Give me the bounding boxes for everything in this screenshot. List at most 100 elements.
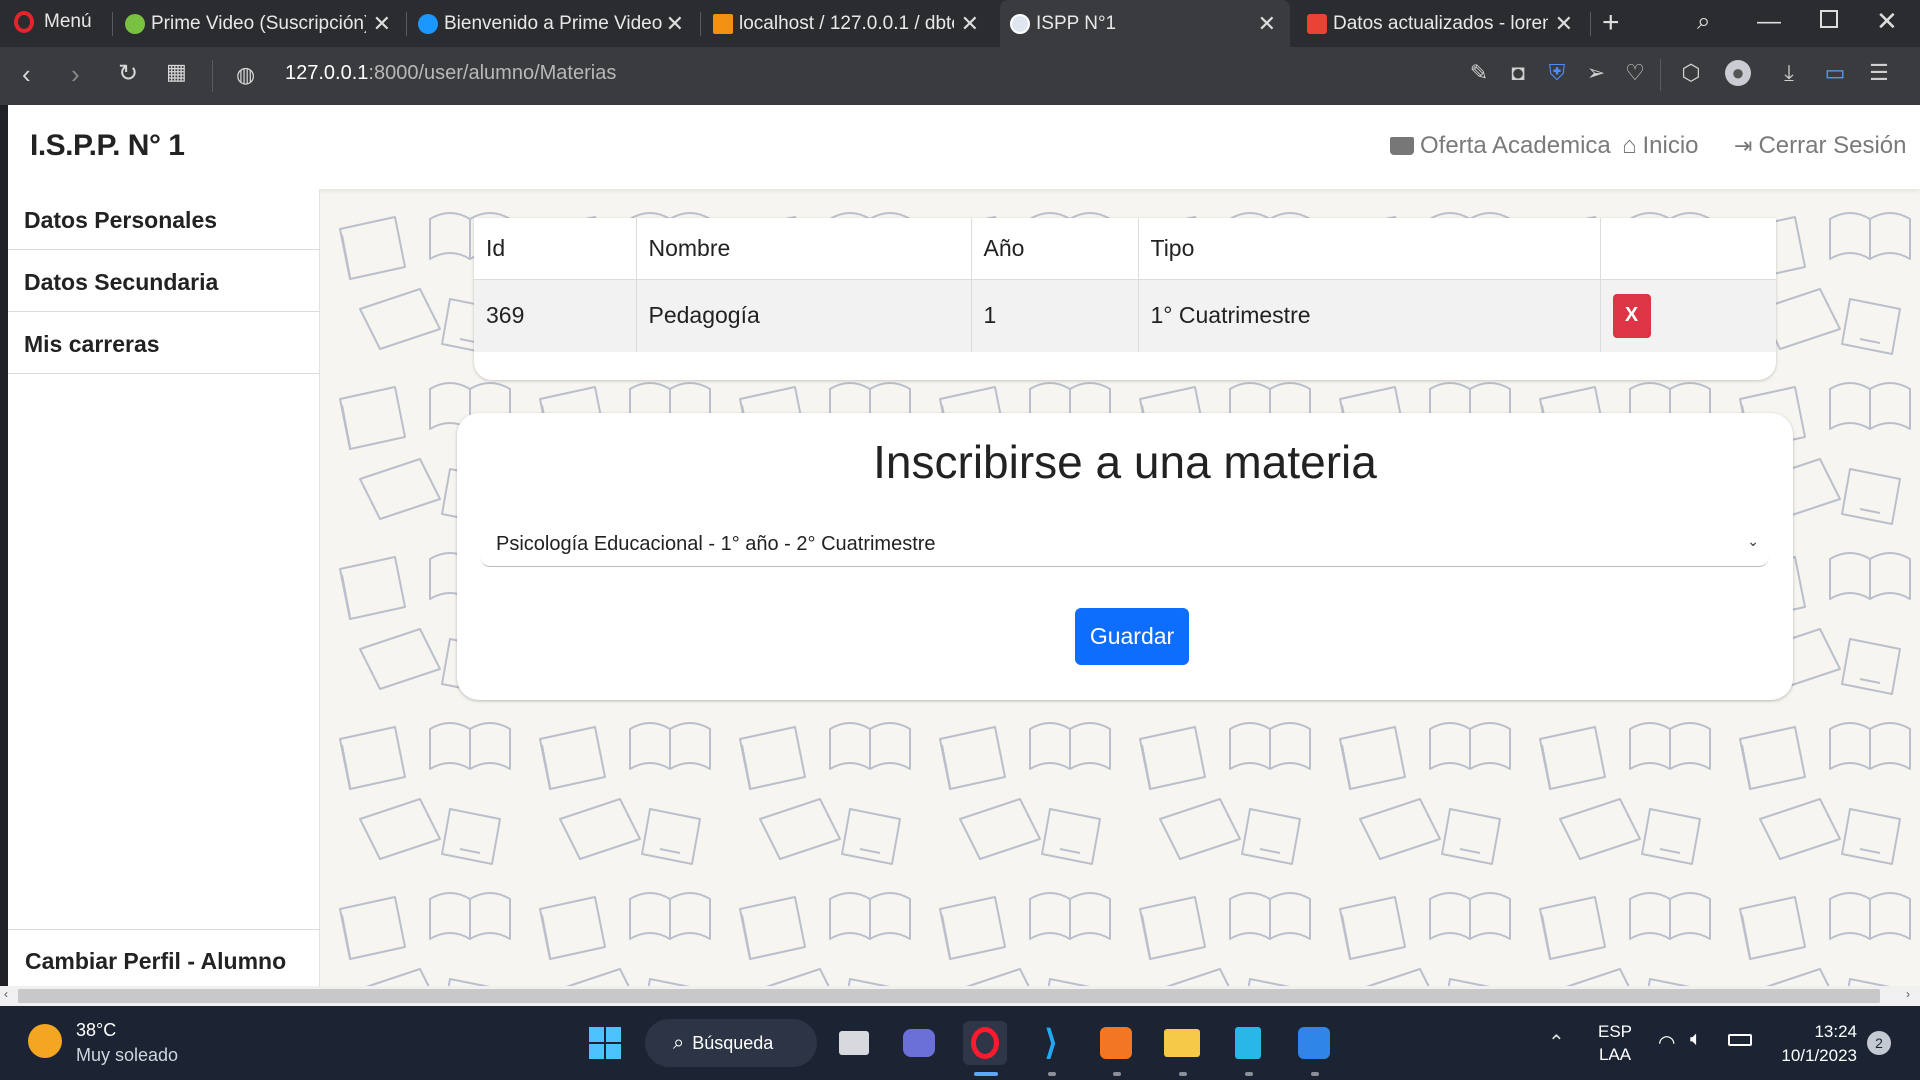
tab-gmail[interactable]: Datos actualizados - lorena ✕ xyxy=(1297,0,1587,47)
sidebar-item-datos-secundaria[interactable]: Datos Secundaria xyxy=(8,251,320,312)
search-tabs-icon[interactable]: ⌕ xyxy=(1697,8,1710,36)
reload-icon[interactable]: ↻ xyxy=(118,59,138,88)
back-icon[interactable]: ‹ xyxy=(22,59,31,90)
inicio-link[interactable]: ⌂ Inicio xyxy=(1622,132,1699,160)
sidebar-item-datos-personales[interactable]: Datos Personales xyxy=(8,189,320,250)
logout-icon: ⇥ xyxy=(1734,133,1753,158)
tab-ispp-active[interactable]: ISPP N°1 ✕ xyxy=(1000,0,1290,47)
weather-desc[interactable]: Muy soleado xyxy=(76,1045,178,1066)
profile-avatar-icon[interactable]: ● xyxy=(1725,60,1751,86)
opera-logo-icon xyxy=(14,11,34,33)
extensions-cube-icon[interactable]: ⬡ xyxy=(1678,60,1704,86)
change-profile-label: Cambiar Perfil - Alumno xyxy=(25,948,287,974)
send-icon[interactable]: ➢ xyxy=(1583,60,1609,86)
url-path: :8000/user/alumno/Materias xyxy=(368,62,617,84)
subject-select[interactable]: Psicología Educacional - 1° año - 2° Cua… xyxy=(480,525,1769,567)
column-header-actions xyxy=(1600,218,1776,280)
weather-temp[interactable]: 38°C xyxy=(76,1020,116,1041)
show-hidden-icons-icon[interactable]: ⌃ xyxy=(1548,1030,1565,1055)
taskbar-search[interactable]: ⌕ Búsqueda xyxy=(645,1019,817,1067)
file-explorer-icon[interactable] xyxy=(1160,1021,1204,1065)
brand-title[interactable]: I.S.P.P. N° 1 xyxy=(30,129,185,163)
column-header-anio: Año xyxy=(971,218,1139,280)
scroll-left-icon[interactable]: ‹ xyxy=(4,987,8,1001)
notepad-icon[interactable] xyxy=(1226,1021,1270,1065)
enroll-form-card: Inscribirse a una materia Psicología Edu… xyxy=(457,413,1793,700)
vpn-shield-icon[interactable]: ⛨ xyxy=(1544,60,1570,86)
scrollbar-thumb[interactable] xyxy=(18,989,1880,1003)
volume-icon[interactable]: 🔈︎ xyxy=(1690,1028,1702,1051)
easy-setup-icon[interactable]: ☰ xyxy=(1866,60,1892,86)
battery-saver-icon[interactable]: ▭ xyxy=(1822,60,1848,86)
weather-sun-icon[interactable] xyxy=(28,1024,62,1058)
tab-phpmyadmin[interactable]: localhost / 127.0.0.1 / dbte ✕ xyxy=(703,0,993,47)
form-title: Inscribirse a una materia xyxy=(873,436,1377,488)
clock[interactable]: 13:24 10/1/2023 xyxy=(1775,1022,1857,1066)
close-window-icon[interactable]: ✕ xyxy=(1876,6,1898,37)
search-label: Búsqueda xyxy=(692,1032,774,1053)
camera-icon[interactable]: ◘ xyxy=(1505,60,1531,86)
browser-tab-strip: Menú Prime Video (Suscripción) - ✕ Bienv… xyxy=(0,0,1920,47)
close-tab-icon[interactable]: ✕ xyxy=(666,11,684,37)
table-row: 369 Pedagogía 1 1° Cuatrimestre X xyxy=(474,279,1776,352)
globe-icon: ◍ xyxy=(236,62,256,87)
tab-bienvenido-prime[interactable]: Bienvenido a Prime Video ✕ xyxy=(408,0,698,47)
teams-chat-icon[interactable] xyxy=(897,1021,941,1065)
download-icon[interactable]: ⤓ xyxy=(1776,60,1802,86)
search-icon: ⌕ xyxy=(673,1031,685,1054)
minimize-icon[interactable]: — xyxy=(1757,8,1781,36)
new-tab-plus-icon[interactable]: + xyxy=(1602,6,1620,40)
chevron-down-icon: ⌄ xyxy=(1747,533,1759,549)
scroll-right-icon[interactable]: › xyxy=(1906,987,1910,1001)
clock-time: 13:24 xyxy=(1814,1022,1857,1041)
forward-icon[interactable]: › xyxy=(71,59,80,90)
cell-nombre: Pedagogía xyxy=(636,279,972,352)
delete-subject-button[interactable]: X xyxy=(1612,293,1651,338)
address-bar-row: ‹ › ↻ ▦ ◍ 127.0.0.1:8000/user/alumno/Mat… xyxy=(0,47,1920,105)
sidebar-item-mis-carreras[interactable]: Mis carreras xyxy=(8,313,320,374)
heart-icon[interactable]: ♡ xyxy=(1622,60,1648,86)
battery-icon[interactable] xyxy=(1728,1034,1752,1046)
phpmyadmin-icon xyxy=(713,13,733,34)
sidebar-item-label: Mis carreras xyxy=(24,331,160,357)
save-button[interactable]: Guardar xyxy=(1075,608,1189,665)
restore-icon[interactable] xyxy=(1820,10,1838,28)
snapshot-edit-icon[interactable]: ✎ xyxy=(1466,60,1492,86)
ispp-icon xyxy=(1010,13,1030,34)
wifi-icon[interactable]: ◠ xyxy=(1658,1030,1675,1055)
home-icon: ⌂ xyxy=(1622,132,1637,159)
sidebar-item-label: Datos Personales xyxy=(24,207,218,233)
notification-badge[interactable]: 2 xyxy=(1867,1031,1891,1055)
oferta-academica-link[interactable]: Oferta Academica xyxy=(1390,132,1611,160)
sidebar: Datos Personales Datos Secundaria Mis ca… xyxy=(8,189,320,986)
opera-taskbar-icon[interactable] xyxy=(963,1021,1007,1065)
task-view-icon[interactable] xyxy=(832,1021,876,1065)
tab-prime-video-suscripcion[interactable]: Prime Video (Suscripción) - ✕ xyxy=(115,0,405,47)
change-profile-button[interactable]: Cambiar Perfil - Alumno xyxy=(8,929,320,986)
speed-dial-icon[interactable]: ▦ xyxy=(166,59,187,85)
close-tab-icon[interactable]: ✕ xyxy=(961,11,979,37)
subjects-table-card: Id Nombre Año Tipo 369 Pedagogía 1 1° Cu… xyxy=(474,218,1776,380)
photos-icon[interactable] xyxy=(1292,1021,1336,1065)
close-tab-icon[interactable]: ✕ xyxy=(373,11,391,37)
tab-title: ISPP N°1 xyxy=(1036,12,1117,34)
inicio-label: Inicio xyxy=(1642,132,1699,159)
sidebar-item-label: Datos Secundaria xyxy=(24,269,219,295)
tab-title: localhost / 127.0.0.1 / dbte xyxy=(739,12,954,34)
windows-taskbar: 38°C Muy soleado ⌕ Búsqueda ⟩ ⌃ ESP LAA … xyxy=(0,1006,1920,1080)
close-tab-icon[interactable]: ✕ xyxy=(1555,11,1573,37)
url-field[interactable]: 127.0.0.1:8000/user/alumno/Materias xyxy=(285,62,616,85)
language-indicator[interactable]: ESP LAA xyxy=(1598,1022,1632,1065)
windows-start-icon[interactable] xyxy=(583,1021,627,1065)
menu-label: Menú xyxy=(44,11,92,32)
table-header-row: Id Nombre Año Tipo xyxy=(474,218,1776,280)
cerrar-sesion-link[interactable]: ⇥ Cerrar Sesión xyxy=(1734,132,1907,160)
subject-select-value: Psicología Educacional - 1° año - 2° Cua… xyxy=(496,533,936,555)
close-tab-icon[interactable]: ✕ xyxy=(1258,11,1276,37)
xampp-icon[interactable] xyxy=(1094,1021,1138,1065)
language-code: ESP xyxy=(1598,1022,1633,1041)
horizontal-scrollbar[interactable]: ‹ › xyxy=(0,986,1920,1006)
vscode-icon[interactable]: ⟩ xyxy=(1029,1021,1073,1065)
opera-menu-button[interactable]: Menú xyxy=(14,11,92,33)
cell-actions: X xyxy=(1600,279,1776,352)
